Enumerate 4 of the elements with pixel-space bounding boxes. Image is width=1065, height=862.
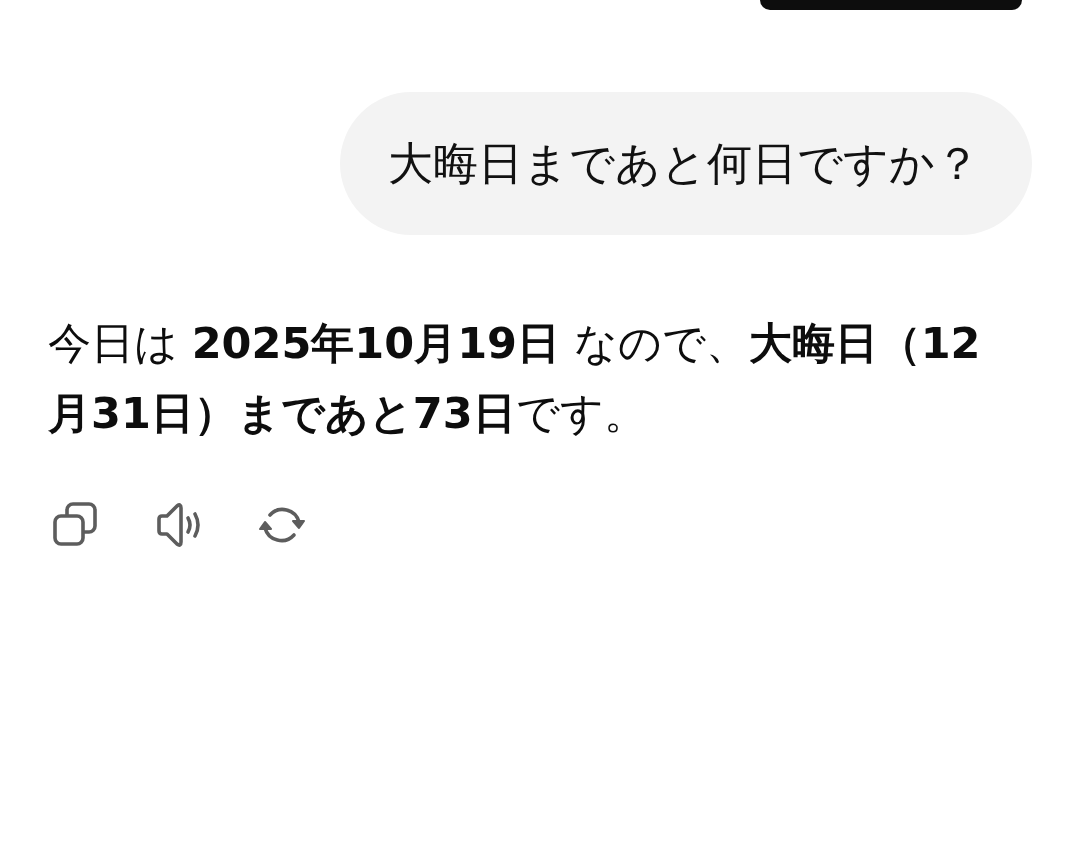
copy-icon[interactable] <box>52 502 100 548</box>
speaker-icon[interactable] <box>155 502 203 548</box>
user-message-bubble: 大晦日まであと何日ですか？ <box>340 92 1032 235</box>
assistant-message-text: 今日は 2025年10月19日 なので、大晦日（12月31日）まであと73日です。 <box>48 317 982 440</box>
